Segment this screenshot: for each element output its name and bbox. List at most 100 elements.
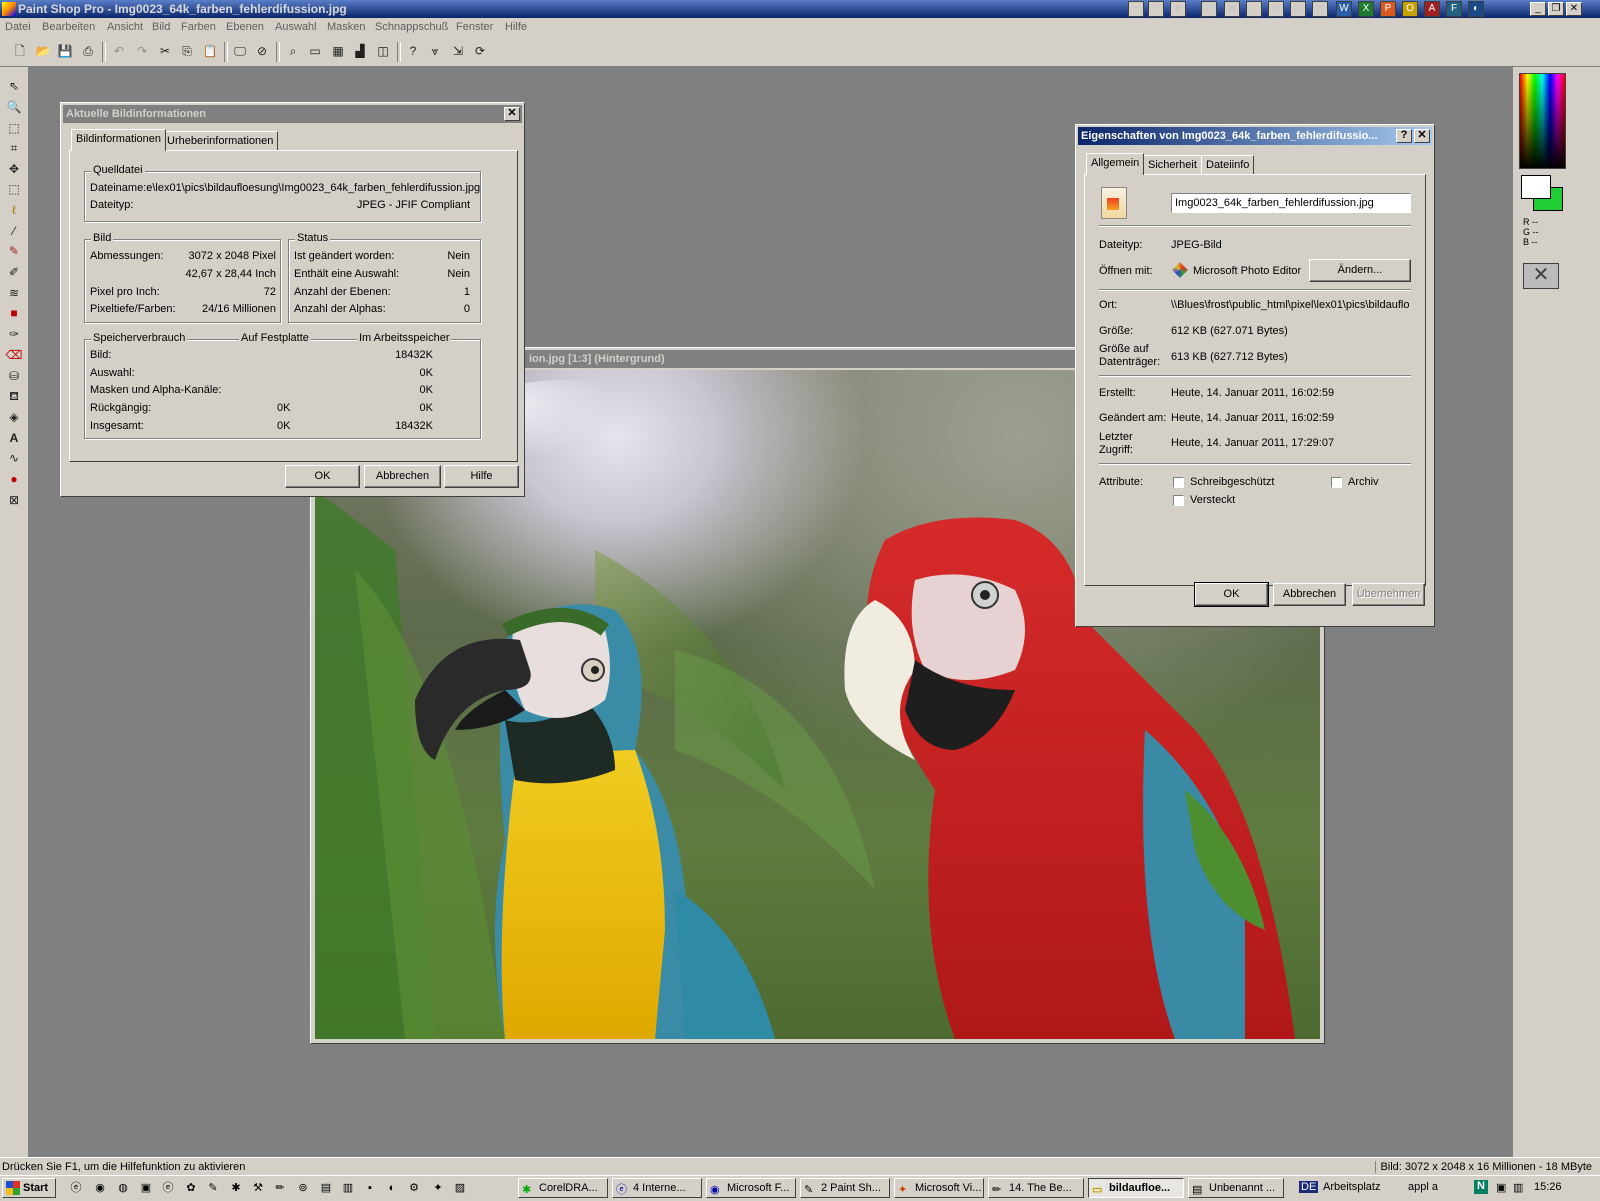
redo-icon[interactable]: ↷ <box>133 42 151 60</box>
help-icon[interactable]: ? <box>1396 129 1412 143</box>
no-style-icon[interactable]: ✕ <box>1523 263 1559 289</box>
foreground-color-swatch[interactable] <box>1521 175 1551 199</box>
flood-fill-icon[interactable]: ◈ <box>4 408 24 426</box>
quicklaunch-icon[interactable]: ▨ <box>452 1180 468 1196</box>
zoom-tool-icon[interactable]: ⌕ <box>284 42 302 60</box>
menu-datei[interactable]: Datei <box>5 21 31 33</box>
close-button[interactable]: ✕ <box>1566 2 1582 16</box>
menu-ansicht[interactable]: Ansicht <box>107 21 143 33</box>
quicklaunch-icon[interactable]: ▥ <box>340 1180 356 1196</box>
ok-button[interactable]: OK <box>1194 582 1269 607</box>
clone-brush-icon[interactable]: ✐ <box>4 263 24 281</box>
color-palette-icon[interactable]: ▦ <box>329 42 347 60</box>
quicklaunch-icon[interactable]: ✎ <box>205 1180 221 1196</box>
help-button[interactable]: Hilfe <box>444 465 519 488</box>
ok-button[interactable]: OK <box>285 465 360 488</box>
tab-allgemein[interactable]: Allgemein <box>1086 153 1145 175</box>
copy-icon[interactable]: ⎘ <box>178 42 196 60</box>
tool-options-icon[interactable]: ▭ <box>306 42 324 60</box>
n-tray-icon[interactable]: N <box>1474 1180 1488 1194</box>
move-icon[interactable]: ✥ <box>4 160 24 178</box>
color-replacer-icon[interactable]: ≋ <box>4 284 24 302</box>
archive-checkbox[interactable] <box>1331 477 1342 488</box>
access-icon[interactable]: A <box>1424 1 1440 17</box>
close-icon[interactable]: ✕ <box>1414 129 1430 143</box>
language-indicator[interactable]: DE <box>1299 1181 1319 1193</box>
task-icon[interactable]: ✓ <box>1246 1 1262 17</box>
dropper-icon[interactable]: ⁄ <box>4 222 24 240</box>
journal-icon[interactable]: ▥ <box>1290 1 1306 17</box>
toolbar-app-icon[interactable]: ▪ <box>1128 1 1144 17</box>
task-internet[interactable]: ⓔ 4 Interne... <box>612 1178 702 1198</box>
powerpoint-icon[interactable]: P <box>1380 1 1396 17</box>
airbrush-icon[interactable]: ⛾ <box>4 387 24 405</box>
restore-button[interactable]: ❐ <box>1548 2 1564 16</box>
new-file-icon[interactable]: 🗋 <box>11 42 29 60</box>
task-microsoft-vi[interactable]: ✦ Microsoft Vi... <box>894 1178 984 1198</box>
draw-tool-icon[interactable]: ∿ <box>4 449 24 467</box>
histogram-icon[interactable]: ▟ <box>351 42 369 60</box>
start-button[interactable]: Start <box>2 1178 56 1198</box>
quicklaunch-icon[interactable]: ✿ <box>183 1180 199 1196</box>
calendar-icon[interactable]: ▦ <box>1224 1 1240 17</box>
crop-icon[interactable]: ⌗ <box>4 139 24 157</box>
selection-icon[interactable]: ⬚ <box>4 180 24 198</box>
cancel-button[interactable]: Abbrechen <box>364 465 441 488</box>
tab-bildinformationen[interactable]: Bildinformationen <box>71 129 166 151</box>
word-icon[interactable]: W <box>1336 1 1352 17</box>
toolbar-app-icon[interactable]: ◆ <box>1170 1 1186 17</box>
save-icon[interactable]: 💾 <box>56 42 74 60</box>
task-paint-shop[interactable]: ✎ 2 Paint Sh... <box>800 1178 890 1198</box>
full-screen-icon[interactable]: 🖵 <box>231 42 249 60</box>
minimize-button[interactable]: _ <box>1530 2 1546 16</box>
change-button[interactable]: Ändern... <box>1309 259 1411 282</box>
cancel-button[interactable]: Abbrechen <box>1273 583 1346 606</box>
quicklaunch-icon[interactable]: ▣ <box>138 1180 154 1196</box>
quicklaunch-icon[interactable]: ◍ <box>115 1180 131 1196</box>
tray-icon[interactable]: ▥ <box>1513 1181 1523 1194</box>
note-icon[interactable]: ▧ <box>1312 1 1328 17</box>
task-the-be[interactable]: ✏ 14. The Be... <box>988 1178 1084 1198</box>
paste-icon[interactable]: 📋 <box>201 42 219 60</box>
lasso-icon[interactable]: ℓ <box>4 201 24 219</box>
menu-bearbeiten[interactable]: Bearbeiten <box>42 21 95 33</box>
apply-button[interactable]: Übernehmen <box>1352 583 1425 606</box>
object-selector-icon[interactable]: ⊠ <box>4 491 24 509</box>
print-icon[interactable]: ⎙ <box>79 42 97 60</box>
filter-icon[interactable]: ⩔ <box>426 42 444 60</box>
task-microsoft-f[interactable]: ◉ Microsoft F... <box>706 1178 796 1198</box>
quicklaunch-icon[interactable]: ✱ <box>228 1180 244 1196</box>
quicklaunch-icon[interactable]: ▤ <box>318 1180 334 1196</box>
tab-sicherheit[interactable]: Sicherheit <box>1143 155 1202 175</box>
menu-masken[interactable]: Masken <box>327 21 366 33</box>
retouch-icon[interactable]: ■ <box>4 304 24 322</box>
menu-ebenen[interactable]: Ebenen <box>226 21 264 33</box>
color-spectrum[interactable] <box>1519 73 1566 169</box>
zoom-icon[interactable]: 🔍 <box>4 98 24 116</box>
quicklaunch-icon[interactable]: ⓔ <box>160 1180 176 1196</box>
contact-icon[interactable]: ▤ <box>1268 1 1284 17</box>
context-help-icon[interactable]: ? <box>404 42 422 60</box>
filename-field[interactable]: Img0023_64k_farben_fehlerdifussion.jpg <box>1171 193 1411 213</box>
deform-icon[interactable]: ⇲ <box>449 42 467 60</box>
task-bildaufloesung[interactable]: ▭ bildaufloe... <box>1088 1178 1184 1198</box>
scratch-remover-icon[interactable]: ✑ <box>4 325 24 343</box>
eraser-icon[interactable]: ⌫ <box>4 346 24 364</box>
preset-shapes-icon[interactable]: ● <box>4 470 24 488</box>
open-folder-icon[interactable]: 📂 <box>34 42 52 60</box>
outlook-icon[interactable]: O <box>1402 1 1418 17</box>
deform-tool-icon[interactable]: ⬚ <box>4 119 24 137</box>
rotate-icon[interactable]: ⟳ <box>471 42 489 60</box>
quicklaunch-icon[interactable]: ◉ <box>92 1180 108 1196</box>
menu-bild[interactable]: Bild <box>152 21 170 33</box>
task-coreldraw[interactable]: ✱ CorelDRA... <box>518 1178 608 1198</box>
quicklaunch-icon[interactable]: ⊚ <box>295 1180 311 1196</box>
normal-view-icon[interactable]: ⊘ <box>253 42 271 60</box>
hidden-checkbox[interactable] <box>1173 495 1184 506</box>
toolbar-app-icon[interactable]: ▫ <box>1148 1 1164 17</box>
quicklaunch-icon[interactable]: ⚒ <box>250 1180 266 1196</box>
excel-icon[interactable]: X <box>1358 1 1374 17</box>
menu-auswahl[interactable]: Auswahl <box>275 21 317 33</box>
appl-label[interactable]: appl a <box>1408 1181 1438 1193</box>
frontpage-icon[interactable]: F <box>1446 1 1462 17</box>
